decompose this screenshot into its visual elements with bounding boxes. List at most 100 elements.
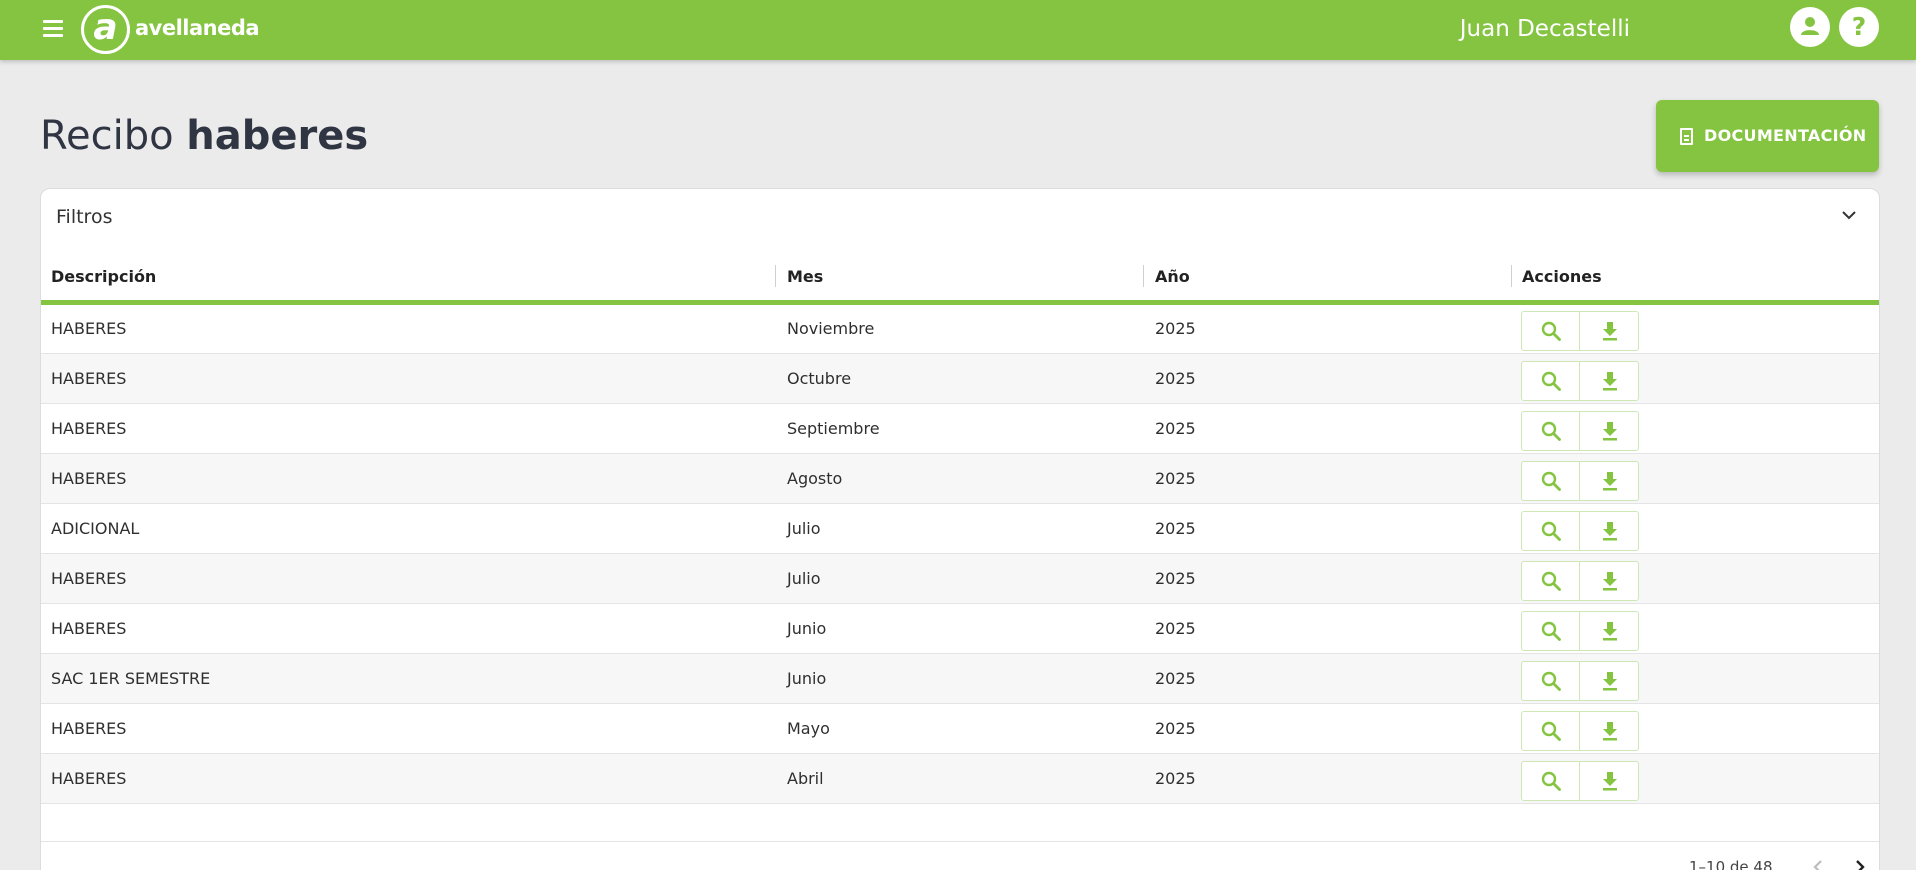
view-button[interactable] xyxy=(1522,562,1580,600)
filters-toggle[interactable]: Filtros xyxy=(41,189,1879,247)
results-card: Filtros Descripción Mes Año Acciones HAB… xyxy=(40,188,1880,870)
view-button[interactable] xyxy=(1522,362,1580,400)
cell-descripcion: HABERES xyxy=(51,619,127,638)
cell-descripcion: HABERES xyxy=(51,369,127,388)
cell-anio: 2025 xyxy=(1155,419,1196,438)
cell-mes: Julio xyxy=(787,569,821,588)
cell-descripcion: ADICIONAL xyxy=(51,519,140,538)
download-button[interactable] xyxy=(1581,662,1639,700)
view-button[interactable] xyxy=(1522,712,1580,750)
row-actions xyxy=(1521,411,1639,451)
download-button[interactable] xyxy=(1581,462,1639,500)
cell-mes: Julio xyxy=(787,519,821,538)
table-row: HABERES Septiembre 2025 xyxy=(41,404,1879,454)
download-icon xyxy=(1603,672,1617,691)
download-button[interactable] xyxy=(1581,412,1639,450)
user-icon xyxy=(1801,17,1819,35)
user-button[interactable] xyxy=(1790,7,1830,47)
cell-anio: 2025 xyxy=(1155,369,1196,388)
table-row: HABERES Julio 2025 xyxy=(41,554,1879,604)
download-icon xyxy=(1603,522,1617,541)
search-icon xyxy=(1541,421,1561,441)
cell-descripcion: HABERES xyxy=(51,419,127,438)
view-button[interactable] xyxy=(1522,412,1580,450)
row-actions xyxy=(1521,661,1639,701)
cell-mes: Agosto xyxy=(787,469,843,488)
menu-icon[interactable] xyxy=(38,14,68,44)
row-actions xyxy=(1521,311,1639,351)
column-header-mes[interactable]: Mes xyxy=(787,266,823,288)
view-button[interactable] xyxy=(1522,312,1580,350)
logo-icon: a xyxy=(81,5,130,54)
cell-anio: 2025 xyxy=(1155,469,1196,488)
view-button[interactable] xyxy=(1522,762,1580,800)
cell-descripcion: SAC 1ER SEMESTRE xyxy=(51,669,211,688)
table-row: HABERES Octubre 2025 xyxy=(41,354,1879,404)
view-button[interactable] xyxy=(1522,612,1580,650)
search-icon xyxy=(1541,371,1561,391)
documentation-button-label: DOCUMENTACIÓN xyxy=(1704,126,1867,145)
cell-descripcion: HABERES xyxy=(51,319,127,338)
cell-anio: 2025 xyxy=(1155,669,1196,688)
row-actions xyxy=(1521,361,1639,401)
row-actions xyxy=(1521,561,1639,601)
page-title: Recibo haberes xyxy=(40,110,368,162)
download-button[interactable] xyxy=(1581,512,1639,550)
row-actions xyxy=(1521,761,1639,801)
row-actions xyxy=(1521,461,1639,501)
download-icon xyxy=(1603,722,1617,741)
table-row: ADICIONAL Julio 2025 xyxy=(41,504,1879,554)
column-divider xyxy=(1143,265,1144,287)
download-icon xyxy=(1603,372,1617,391)
view-button[interactable] xyxy=(1522,462,1580,500)
download-button[interactable] xyxy=(1581,562,1639,600)
chevron-left-icon[interactable] xyxy=(1806,855,1830,870)
download-icon xyxy=(1603,322,1617,341)
table-body: HABERES Noviembre 2025 HABERES Octubre 2… xyxy=(41,304,1879,804)
logo-text: avellaneda xyxy=(135,16,260,40)
table-row: HABERES Abril 2025 xyxy=(41,754,1879,804)
cell-descripcion: HABERES xyxy=(51,469,127,488)
cell-mes: Abril xyxy=(787,769,824,788)
cell-descripcion: HABERES xyxy=(51,719,127,738)
cell-anio: 2025 xyxy=(1155,619,1196,638)
chevron-down-icon xyxy=(1842,211,1856,220)
download-button[interactable] xyxy=(1581,362,1639,400)
table-row: HABERES Agosto 2025 xyxy=(41,454,1879,504)
cell-anio: 2025 xyxy=(1155,519,1196,538)
search-icon xyxy=(1541,771,1561,791)
cell-mes: Junio xyxy=(787,619,827,638)
search-icon xyxy=(1541,471,1561,491)
view-button[interactable] xyxy=(1522,512,1580,550)
table-row: SAC 1ER SEMESTRE Junio 2025 xyxy=(41,654,1879,704)
search-icon xyxy=(1541,621,1561,641)
help-button[interactable]: ? xyxy=(1839,7,1879,47)
download-icon xyxy=(1603,572,1617,591)
download-button[interactable] xyxy=(1581,762,1639,800)
row-actions xyxy=(1521,611,1639,651)
column-header-anio[interactable]: Año xyxy=(1155,266,1190,288)
cell-anio: 2025 xyxy=(1155,569,1196,588)
column-header-descripcion[interactable]: Descripción xyxy=(51,266,156,288)
view-button[interactable] xyxy=(1522,662,1580,700)
cell-mes: Septiembre xyxy=(787,419,880,438)
download-icon xyxy=(1603,422,1617,441)
page-title-bold: haberes xyxy=(186,113,369,159)
user-name: Juan Decastelli xyxy=(1459,16,1630,42)
table-header: Descripción Mes Año Acciones xyxy=(41,247,1879,305)
table-footer-divider xyxy=(41,841,1879,842)
cell-anio: 2025 xyxy=(1155,719,1196,738)
cell-mes: Noviembre xyxy=(787,319,875,338)
document-icon xyxy=(1680,128,1693,145)
chevron-right-icon[interactable] xyxy=(1848,855,1872,870)
download-button[interactable] xyxy=(1581,312,1639,350)
cell-descripcion: HABERES xyxy=(51,769,127,788)
cell-mes: Junio xyxy=(787,669,827,688)
download-button[interactable] xyxy=(1581,612,1639,650)
documentation-button[interactable]: DOCUMENTACIÓN xyxy=(1656,100,1879,172)
page-title-light: Recibo xyxy=(40,113,187,159)
cell-mes: Octubre xyxy=(787,369,852,388)
table-row: HABERES Mayo 2025 xyxy=(41,704,1879,754)
row-actions xyxy=(1521,511,1639,551)
download-button[interactable] xyxy=(1581,712,1639,750)
